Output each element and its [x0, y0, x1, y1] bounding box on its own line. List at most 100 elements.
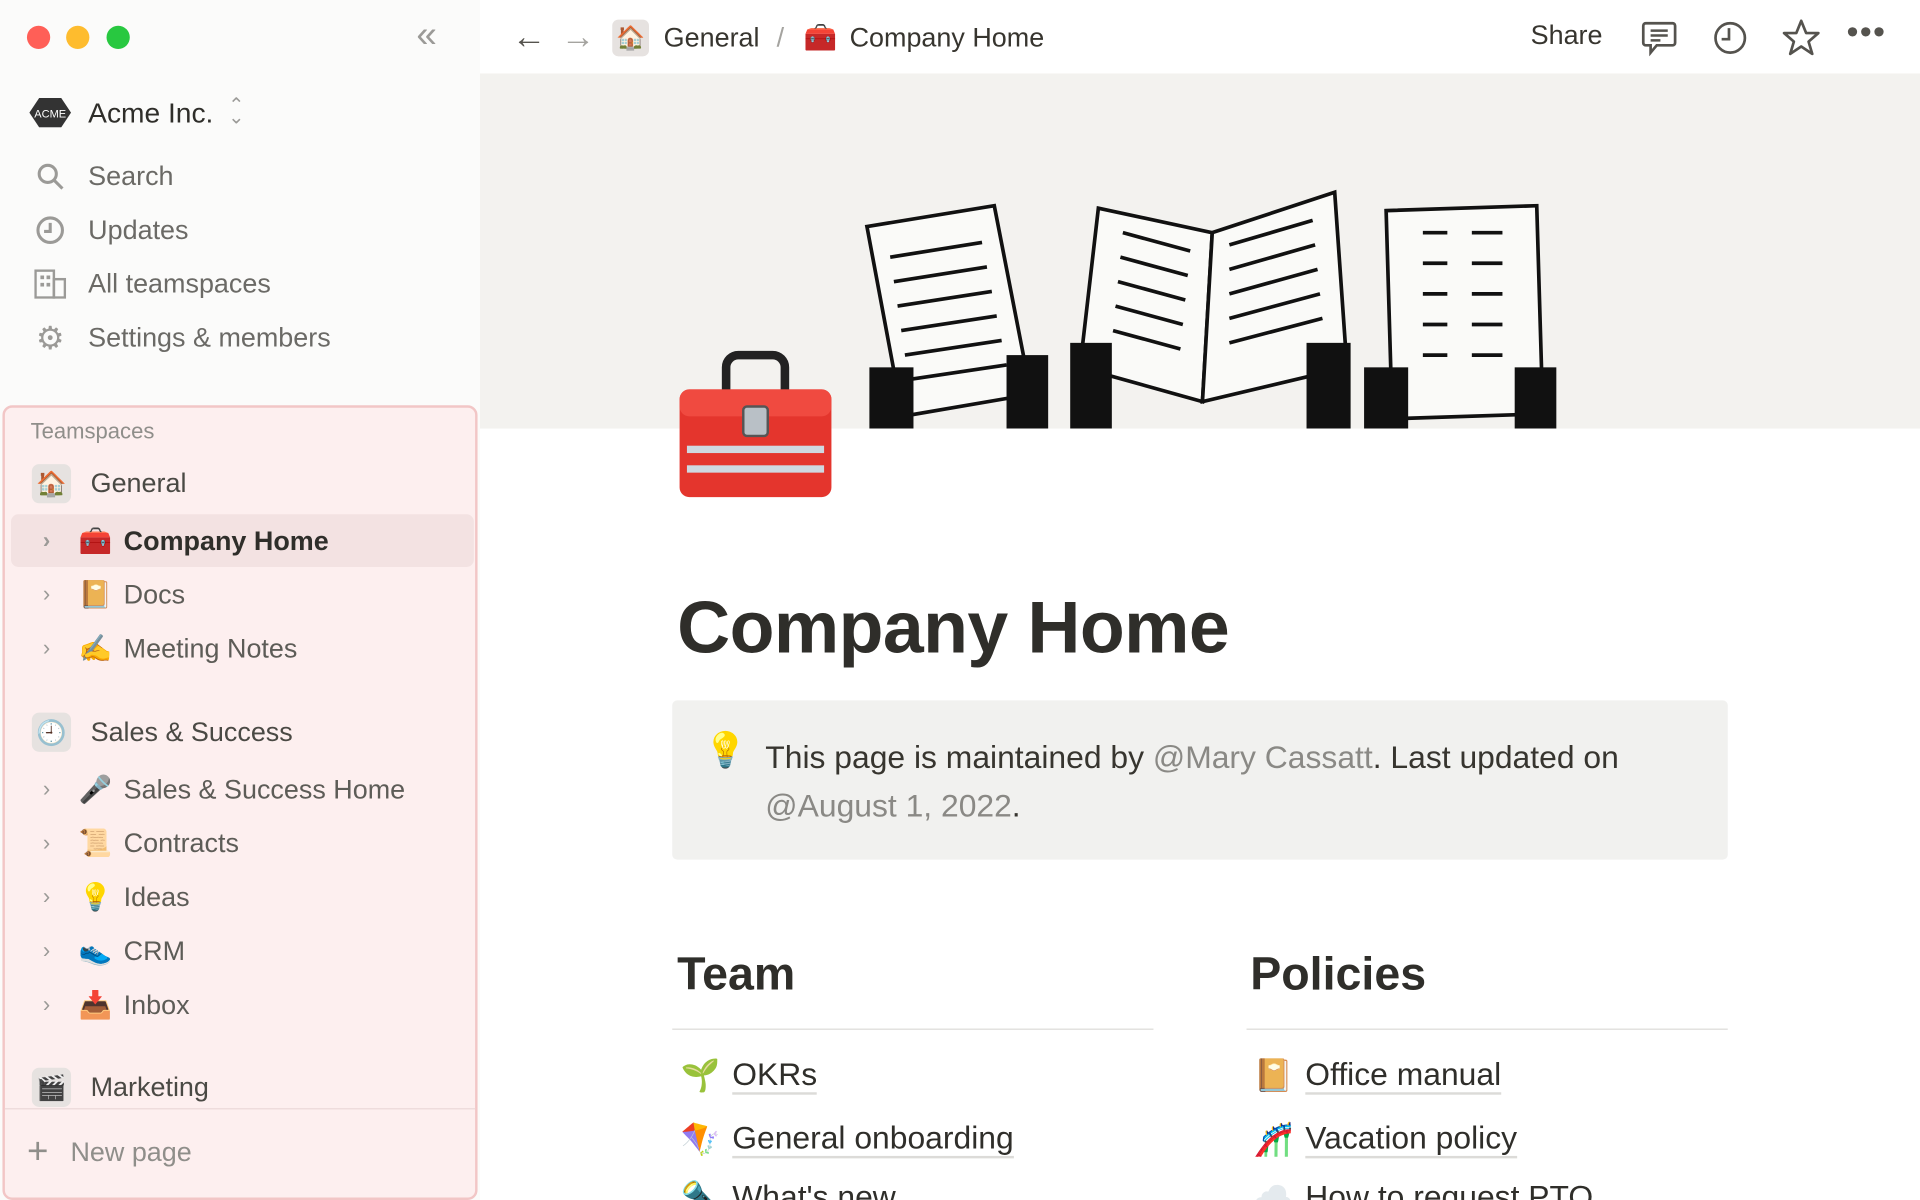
link-whats-new[interactable]: 🔦 What's new [676, 1178, 896, 1200]
history-clock-icon[interactable] [1712, 20, 1749, 57]
toolbox-icon: 🧰 [803, 22, 838, 53]
comment-icon[interactable] [1641, 20, 1678, 57]
page-label: Docs [123, 578, 186, 610]
page-icon[interactable] [677, 350, 834, 502]
sidebar-page-ideas[interactable]: › 💡 Ideas [11, 871, 474, 924]
back-arrow-icon[interactable]: ← [512, 17, 546, 56]
clock-icon [32, 216, 69, 245]
breadcrumb-company-home[interactable]: Company Home [850, 22, 1045, 54]
seedling-icon: 🌱 [680, 1056, 721, 1093]
sidebar-page-meeting-notes[interactable]: › ✍️ Meeting Notes [11, 622, 474, 675]
notebook-icon: 📔 [78, 578, 113, 610]
teamspace-label: Marketing [90, 1071, 209, 1103]
chevron-right-icon[interactable]: › [43, 884, 67, 910]
page-label: Sales & Success Home [123, 773, 406, 804]
forward-arrow-icon[interactable]: → [561, 17, 595, 56]
sidebar-item-label: All teamspaces [88, 268, 271, 299]
share-button[interactable]: Share [1531, 20, 1603, 52]
topbar: ← → 🏠 General / 🧰 Company Home Share ••• [480, 0, 1920, 74]
chevron-right-icon[interactable]: › [43, 528, 67, 554]
sidebar-item-label: Settings & members [88, 322, 331, 353]
page-title[interactable]: Company Home [677, 585, 1230, 669]
flashlight-icon: 🔦 [680, 1178, 721, 1200]
link-label[interactable]: OKRs [732, 1056, 818, 1095]
teamspace-label: Sales & Success [90, 716, 293, 747]
lightbulb-icon: 💡 [704, 731, 747, 769]
workspace-switcher[interactable]: ACME Acme Inc. ⌃ ⌄ [29, 88, 244, 137]
inbox-tray-icon: 📥 [78, 988, 113, 1020]
toolbox-icon: 🧰 [78, 524, 113, 556]
link-label[interactable]: General onboarding [732, 1119, 1014, 1159]
teamspace-marketing[interactable]: 🎬 Marketing [31, 1063, 209, 1112]
notebook-icon: 📔 [1253, 1056, 1294, 1093]
sidebar-page-docs[interactable]: › 📔 Docs [11, 568, 474, 621]
new-page-button[interactable]: + New page [27, 1131, 192, 1173]
link-office-manual[interactable]: 📔 Office manual [1249, 1056, 1502, 1095]
teamspaces-label: Teamspaces [30, 418, 155, 444]
house-icon: 🏠 [31, 464, 72, 504]
link-request-pto[interactable]: ☁️ How to request PTO [1249, 1178, 1594, 1200]
search-icon [32, 162, 69, 191]
more-options-icon[interactable]: ••• [1847, 12, 1887, 51]
mention-date[interactable]: @August 1, 2022 [765, 787, 1012, 824]
lightbulb-icon: 💡 [78, 881, 113, 912]
chevron-right-icon[interactable]: › [43, 938, 67, 964]
policies-heading: Policies [1250, 948, 1427, 1001]
sidebar-item-updates[interactable]: Updates [32, 206, 189, 255]
divider [1246, 1028, 1728, 1030]
teamspace-sales-success[interactable]: 🕘 Sales & Success [31, 708, 293, 757]
zoom-window-button[interactable] [106, 25, 130, 49]
house-icon: 🏠 [612, 19, 649, 57]
link-general-onboarding[interactable]: 🪁 General onboarding [676, 1119, 1014, 1159]
building-icon [32, 269, 69, 299]
collapse-sidebar-icon[interactable]: « [416, 15, 436, 57]
sidebar-page-inbox[interactable]: › 📥 Inbox [11, 978, 474, 1031]
link-vacation-policy[interactable]: 🎢 Vacation policy [1249, 1119, 1518, 1159]
star-icon[interactable] [1782, 18, 1821, 57]
plus-icon: + [26, 1131, 49, 1172]
teamspace-general[interactable]: 🏠 General [31, 459, 187, 508]
breadcrumb: 🏠 General / 🧰 Company Home [612, 17, 1044, 59]
divider [672, 1028, 1154, 1030]
sidebar-item-all-teamspaces[interactable]: All teamspaces [32, 260, 271, 309]
callout-text-middle: . Last updated on [1372, 738, 1619, 776]
sidebar-page-sales-home[interactable]: › 🎤 Sales & Success Home [11, 763, 474, 816]
minimize-window-button[interactable] [66, 25, 90, 49]
chevron-right-icon[interactable]: › [43, 636, 67, 662]
sidebar-item-search[interactable]: Search [32, 152, 174, 201]
sidebar-page-company-home[interactable]: › 🧰 Company Home [11, 514, 474, 567]
page-label: CRM [123, 934, 186, 966]
teamspace-label: General [90, 467, 187, 499]
new-page-label: New page [70, 1136, 192, 1167]
chevron-right-icon[interactable]: › [43, 582, 67, 608]
sidebar-item-settings[interactable]: ⚙ Settings & members [32, 313, 331, 362]
clapperboard-icon: 🎬 [31, 1067, 72, 1107]
breadcrumb-separator: / [776, 22, 785, 53]
link-label[interactable]: Office manual [1305, 1056, 1502, 1095]
gear-icon: ⚙ [35, 318, 65, 356]
link-label[interactable]: Vacation policy [1305, 1119, 1518, 1159]
link-label[interactable]: How to request PTO [1305, 1178, 1593, 1200]
toolbox-icon [679, 350, 832, 498]
close-window-button[interactable] [26, 25, 51, 49]
chevron-right-icon[interactable]: › [43, 776, 67, 802]
page-label: Meeting Notes [123, 632, 298, 664]
callout[interactable]: 💡 This page is maintained by @Mary Cassa… [672, 700, 1728, 860]
clock-history-icon: 🕘 [31, 712, 72, 752]
mention-user[interactable]: @Mary Cassatt [1153, 738, 1373, 775]
breadcrumb-general[interactable]: General [664, 22, 760, 54]
sidebar-page-contracts[interactable]: › 📜 Contracts [11, 817, 474, 870]
chevron-right-icon[interactable]: › [43, 830, 67, 856]
link-label[interactable]: What's new [732, 1178, 896, 1200]
chevron-right-icon[interactable]: › [43, 992, 67, 1018]
chevron-updown-icon: ⌃ ⌄ [228, 95, 245, 129]
callout-text: This page is maintained by @Mary Cassatt… [765, 732, 1696, 830]
page-label: Ideas [123, 881, 190, 912]
page-label: Contracts [123, 827, 239, 858]
team-heading: Team [677, 948, 796, 1001]
link-okrs[interactable]: 🌱 OKRs [676, 1056, 818, 1095]
scroll-icon: 📜 [78, 827, 113, 858]
sidebar-page-crm[interactable]: › 👟 CRM [11, 924, 474, 977]
microphone-icon: 🎤 [78, 773, 113, 804]
page-label: Company Home [123, 524, 329, 556]
